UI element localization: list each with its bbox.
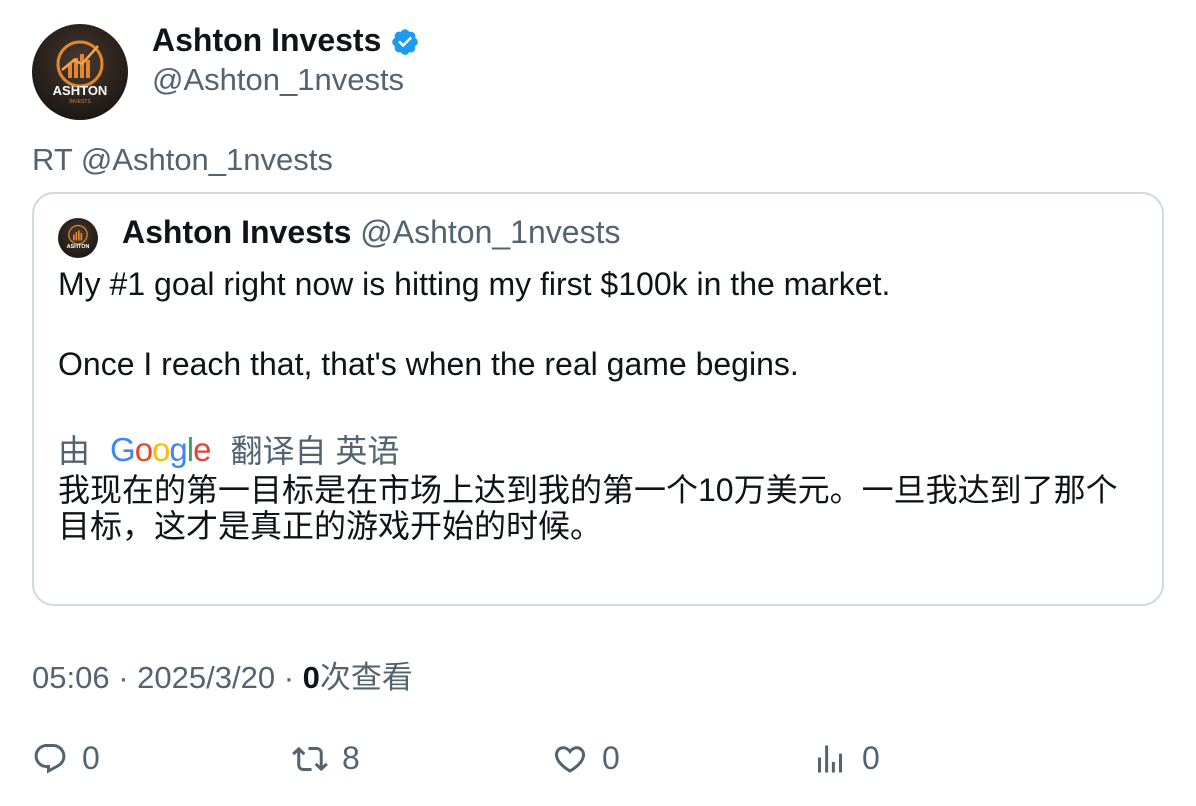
author-avatar[interactable]: ASHTON INVESTS	[32, 24, 128, 120]
views-icon	[818, 745, 842, 772]
retweet-count: 8	[342, 740, 360, 776]
google-logo: Google	[110, 431, 211, 468]
tweet-meta: 05:06 · 2025/3/20 · 0次查看	[32, 652, 413, 697]
quoted-text-line: My #1 goal right now is hitting my first…	[58, 266, 891, 302]
reply-icon	[34, 743, 66, 774]
quoted-author-handle[interactable]: @Ashton_1nvests	[360, 214, 620, 250]
reply-button[interactable]: 0	[32, 740, 100, 777]
translation-suffix[interactable]: 翻译自 英语	[230, 426, 399, 472]
verified-badge-icon	[390, 27, 420, 57]
quoted-tweet-text: My #1 goal right now is hitting my first…	[58, 264, 890, 384]
quoted-text-line: Once I reach that, that's when the real …	[58, 346, 799, 382]
meta-separator: ·	[283, 660, 295, 695]
avatar-logo-text: ASHTON	[53, 83, 108, 98]
views-button[interactable]: 0	[812, 740, 880, 777]
quoted-avatar-logo-text: ASHTON	[67, 244, 90, 250]
author-name-text[interactable]: Ashton Invests	[152, 22, 381, 59]
like-button[interactable]: 0	[552, 740, 620, 777]
retweet-icon	[292, 746, 328, 771]
retweet-button[interactable]: 8	[292, 740, 360, 777]
quoted-tweet-header[interactable]: Ashton Invests @Ashton_1nvests	[122, 214, 620, 251]
like-icon	[554, 745, 586, 773]
quoted-author-name[interactable]: Ashton Invests	[122, 214, 351, 250]
views-count: 0	[302, 660, 320, 695]
views-label: 次查看	[319, 660, 413, 695]
avatar-logo-subtext: INVESTS	[69, 99, 91, 105]
reply-count: 0	[82, 740, 100, 776]
translation-prefix: 由	[58, 433, 91, 469]
meta-separator: ·	[118, 660, 129, 695]
views-action-count: 0	[862, 740, 880, 776]
translated-text: 我现在的第一目标是在市场上达到我的第一个10万美元。一旦我达到了那个目标，这才是…	[58, 472, 1118, 544]
author-handle[interactable]: @Ashton_1nvests	[152, 62, 404, 98]
tweet-time[interactable]: 05:06	[32, 660, 110, 695]
quoted-author-avatar[interactable]: ASHTON	[58, 218, 98, 258]
author-name[interactable]: Ashton Invests	[152, 22, 420, 59]
quoted-tweet-card[interactable]: ASHTON Ashton Invests @Ashton_1nvests My…	[32, 192, 1164, 606]
translation-attribution: 由 Google 翻译自 英语	[58, 426, 399, 472]
tweet-date[interactable]: 2025/3/20	[137, 660, 275, 695]
tweet-text: RT @Ashton_1nvests	[32, 142, 333, 177]
like-count: 0	[602, 740, 620, 776]
